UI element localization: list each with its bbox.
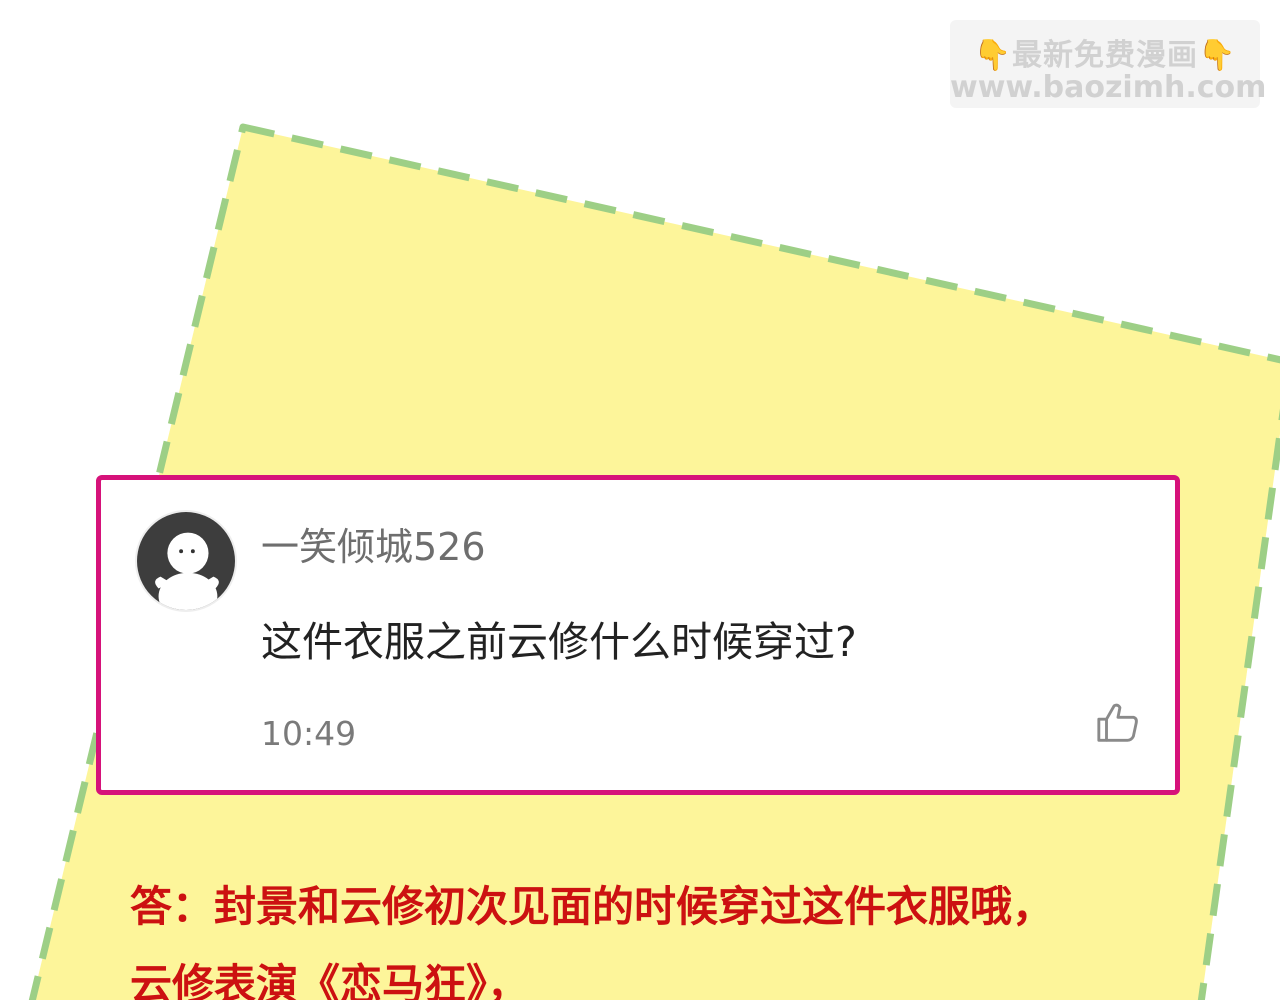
watermark-url: www.baozimh.com <box>950 70 1267 105</box>
pointing-down-hand-icon: 👇 <box>973 38 1012 73</box>
default-user-avatar-icon <box>137 512 235 610</box>
comment-username[interactable]: 一笑倾城526 <box>261 516 486 571</box>
like-button[interactable] <box>1095 700 1141 746</box>
answer-text: 答：封景和云修初次见面的时候穿过这件衣服哦， 云修表演《恋马狂》， <box>130 868 1054 1000</box>
comic-panel: 👇最新免费漫画👇 www.baozimh.com 一笑倾城526 这件衣服之前云… <box>0 0 1280 1000</box>
comment-text: 这件衣服之前云修什么时候穿过? <box>261 618 857 666</box>
pointing-down-hand-icon: 👇 <box>1198 38 1237 73</box>
watermark-title-row: 👇最新免费漫画👇 <box>950 30 1260 74</box>
watermark-title: 最新免费漫画 <box>1012 38 1198 73</box>
answer-line-2: 云修表演《恋马狂》， <box>130 960 530 1000</box>
thumbs-up-icon <box>1097 703 1138 742</box>
watermark: 👇最新免费漫画👇 www.baozimh.com <box>950 20 1267 108</box>
user-avatar[interactable] <box>135 510 237 612</box>
answer-line-1: 答：封景和云修初次见面的时候穿过这件衣服哦， <box>130 882 1055 931</box>
comment-card: 一笑倾城526 这件衣服之前云修什么时候穿过? 10:49 <box>96 475 1180 795</box>
comment-timestamp: 10:49 <box>261 714 357 753</box>
